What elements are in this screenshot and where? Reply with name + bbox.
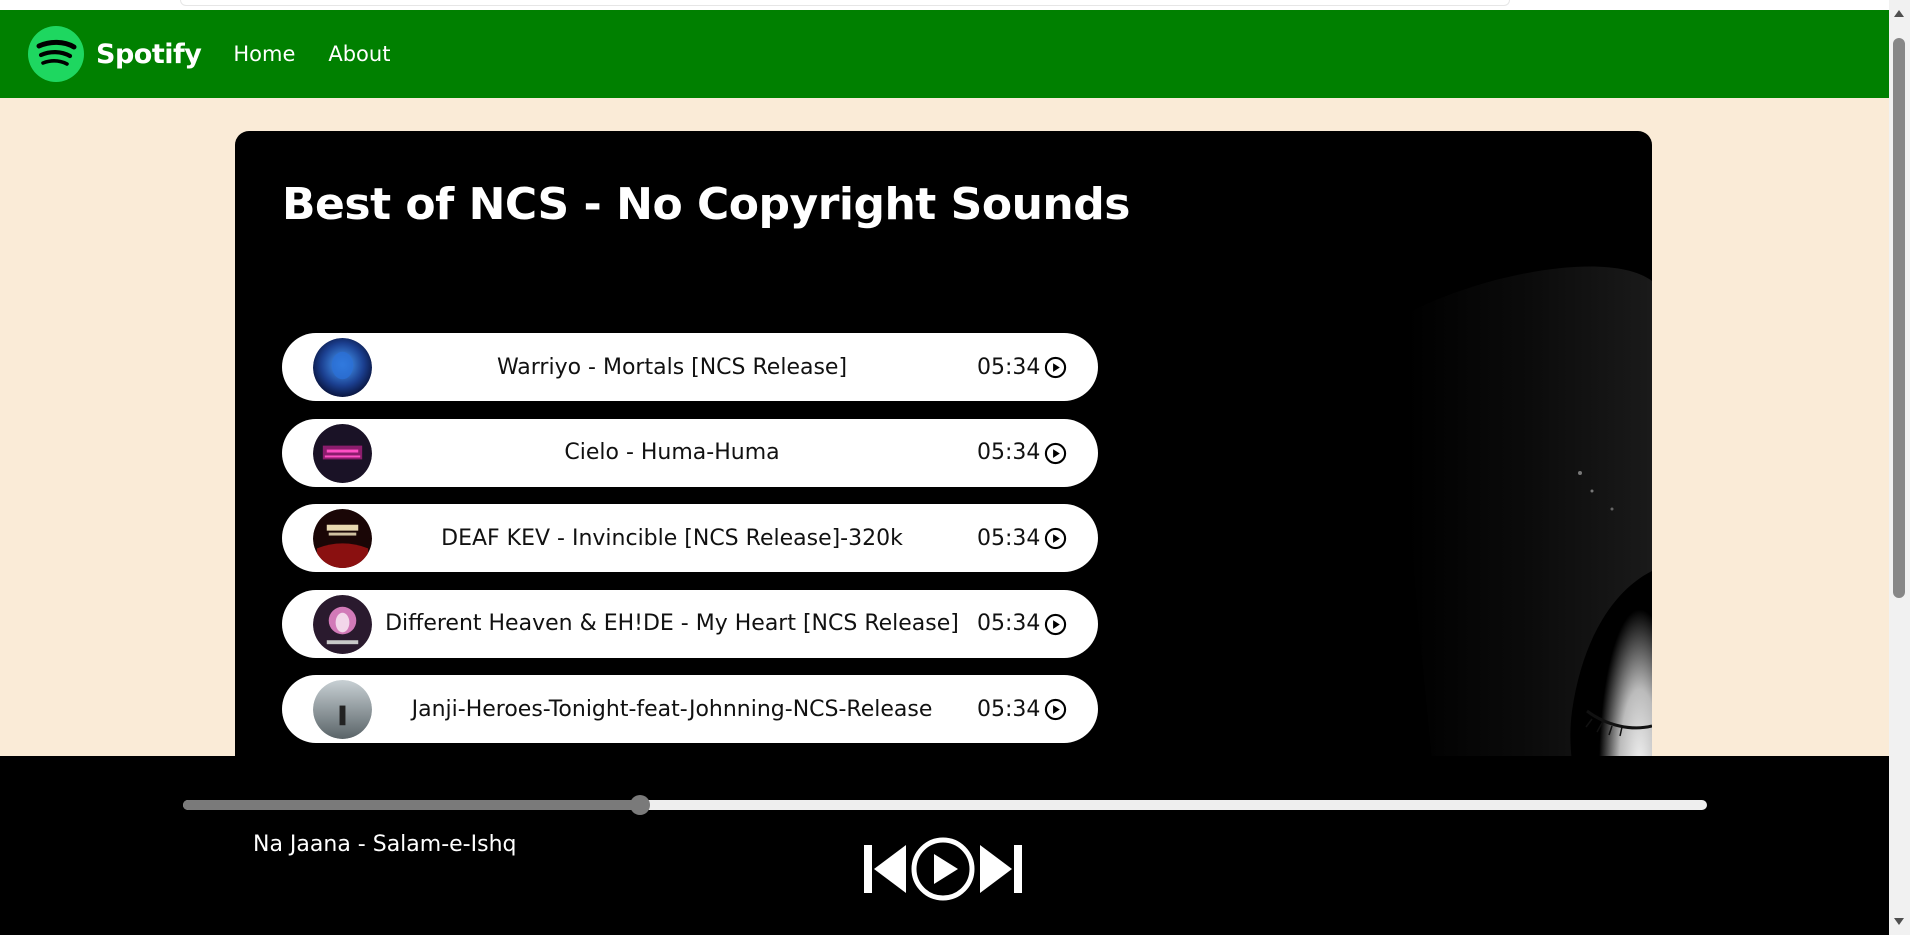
browser-top-strip	[0, 0, 1889, 10]
song-name: DEAF KEV - Invincible [NCS Release]-320k	[441, 525, 903, 551]
brand[interactable]: Spotify	[28, 26, 202, 82]
song-duration: 05:34	[977, 525, 1041, 551]
now-playing-title: Na Jaana - Salam-e-Ishq	[253, 832, 517, 857]
song-item[interactable]: Different Heaven & EH!DE - My Heart [NCS…	[282, 589, 1098, 658]
song-duration: 05:34	[977, 696, 1041, 722]
nav-link-about[interactable]: About	[328, 42, 390, 66]
scrollbar-thumb[interactable]	[1893, 38, 1905, 598]
scroll-down-icon[interactable]	[1894, 918, 1904, 925]
top-navbar: Spotify Home About	[0, 10, 1889, 98]
scrollbar[interactable]	[1889, 0, 1910, 935]
play-circle-icon[interactable]	[1044, 527, 1067, 550]
bottom-player: Na Jaana - Salam-e-Ishq	[0, 756, 1889, 935]
playback-controls	[862, 836, 1024, 902]
song-name: Janji-Heroes-Tonight-feat-Johnning-NCS-R…	[411, 696, 933, 722]
cover-art-icon	[313, 680, 372, 739]
song-item[interactable]: Warriyo - Mortals [NCS Release] 05:34	[282, 333, 1098, 401]
progress-bar[interactable]	[183, 795, 1707, 815]
cover-art-icon	[313, 423, 372, 483]
play-circle-icon[interactable]	[1044, 698, 1067, 721]
play-circle-icon[interactable]	[1044, 356, 1067, 379]
play-icon[interactable]	[910, 836, 976, 902]
song-list: Warriyo - Mortals [NCS Release] 05:34 Ci…	[282, 333, 1098, 761]
playlist-title: Best of NCS - No Copyright Sounds	[282, 179, 1130, 230]
song-duration: 05:34	[977, 611, 1041, 636]
song-item[interactable]: Janji-Heroes-Tonight-feat-Johnning-NCS-R…	[282, 675, 1098, 743]
playlist-container: Best of NCS - No Copyright Sounds Warriy…	[235, 131, 1652, 811]
brand-name: Spotify	[96, 38, 202, 70]
progress-fill	[183, 800, 641, 810]
cover-art-icon	[313, 338, 372, 397]
song-duration: 05:34	[977, 440, 1041, 465]
song-name: Warriyo - Mortals [NCS Release]	[496, 354, 848, 380]
page-viewport: Spotify Home About Best of NCS - No Copy…	[0, 0, 1889, 935]
background-portrait-image	[1192, 191, 1652, 811]
progress-thumb[interactable]	[630, 795, 651, 815]
song-item[interactable]: Cielo - Huma-Huma 05:34	[282, 418, 1098, 487]
cover-art-icon	[313, 594, 372, 654]
next-icon[interactable]	[978, 841, 1024, 897]
song-item[interactable]: DEAF KEV - Invincible [NCS Release]-320k…	[282, 504, 1098, 572]
play-circle-icon[interactable]	[1044, 613, 1067, 636]
cover-art-icon	[313, 509, 372, 568]
song-duration: 05:34	[977, 354, 1041, 380]
scroll-up-icon[interactable]	[1894, 10, 1904, 17]
spotify-logo-icon	[28, 26, 84, 82]
play-circle-icon[interactable]	[1044, 442, 1067, 465]
previous-icon[interactable]	[862, 841, 908, 897]
song-name: Cielo - Huma-Huma	[564, 440, 780, 465]
nav-link-home[interactable]: Home	[233, 42, 295, 66]
song-name: Different Heaven & EH!DE - My Heart [NCS…	[385, 611, 959, 636]
